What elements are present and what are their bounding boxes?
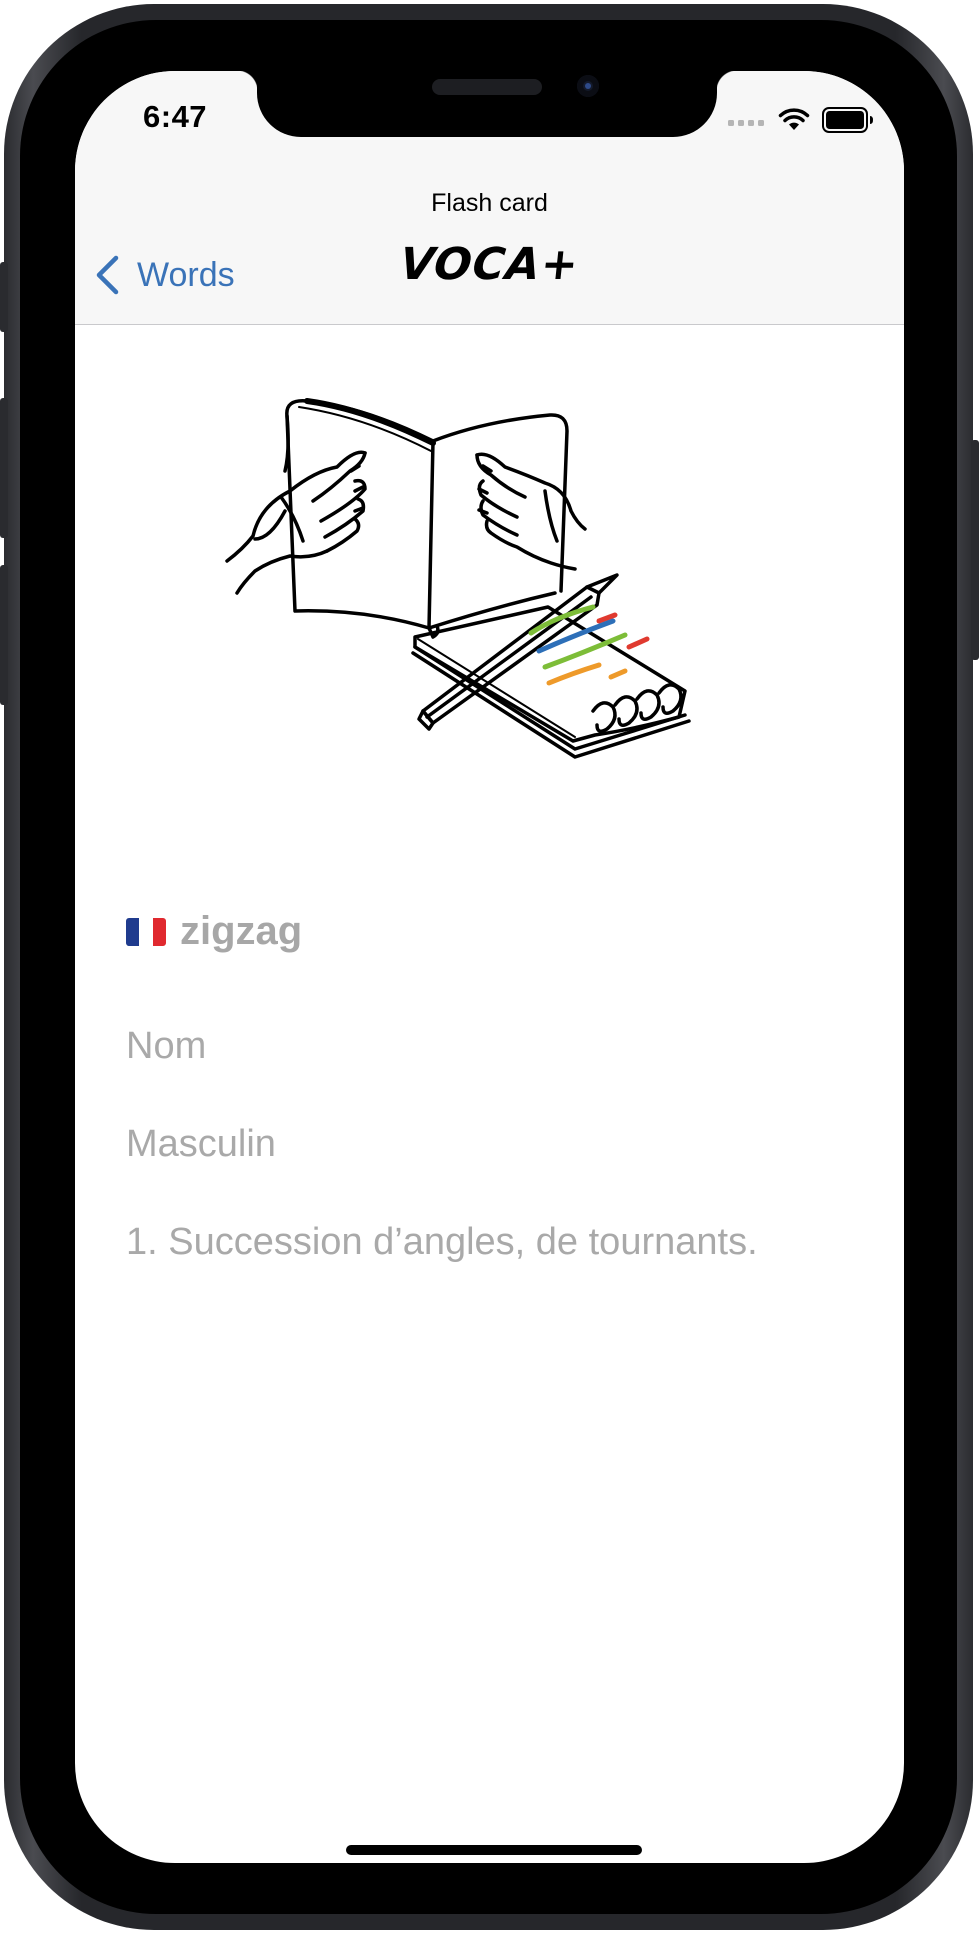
volume-up-button [0, 398, 8, 538]
app-logo: VOCA+ [397, 239, 582, 290]
word-row: zigzag [126, 909, 302, 954]
status-time: 6:47 [143, 99, 208, 134]
gender: Masculin [126, 1123, 276, 1165]
wifi-icon [778, 108, 810, 130]
french-flag-icon [126, 917, 166, 946]
silent-switch [0, 262, 8, 332]
home-indicator[interactable] [346, 1845, 642, 1855]
speaker-grille [432, 79, 542, 95]
front-camera [577, 75, 599, 97]
nav-caption: Flash card [431, 189, 548, 217]
definition: 1. Succession d’angles, de tournants. [126, 1221, 758, 1263]
word-title: zigzag [180, 909, 303, 953]
status-icons [728, 107, 874, 133]
volume-down-button [0, 565, 8, 705]
signal-icon [728, 120, 764, 126]
power-button [971, 440, 979, 660]
study-illustration [225, 398, 691, 759]
notch [237, 71, 737, 137]
part-of-speech: Nom [126, 1025, 207, 1067]
battery-icon [822, 107, 873, 133]
screen: 6:47 Flash card Words VOCA+ zigzag Nom M… [75, 71, 904, 1863]
